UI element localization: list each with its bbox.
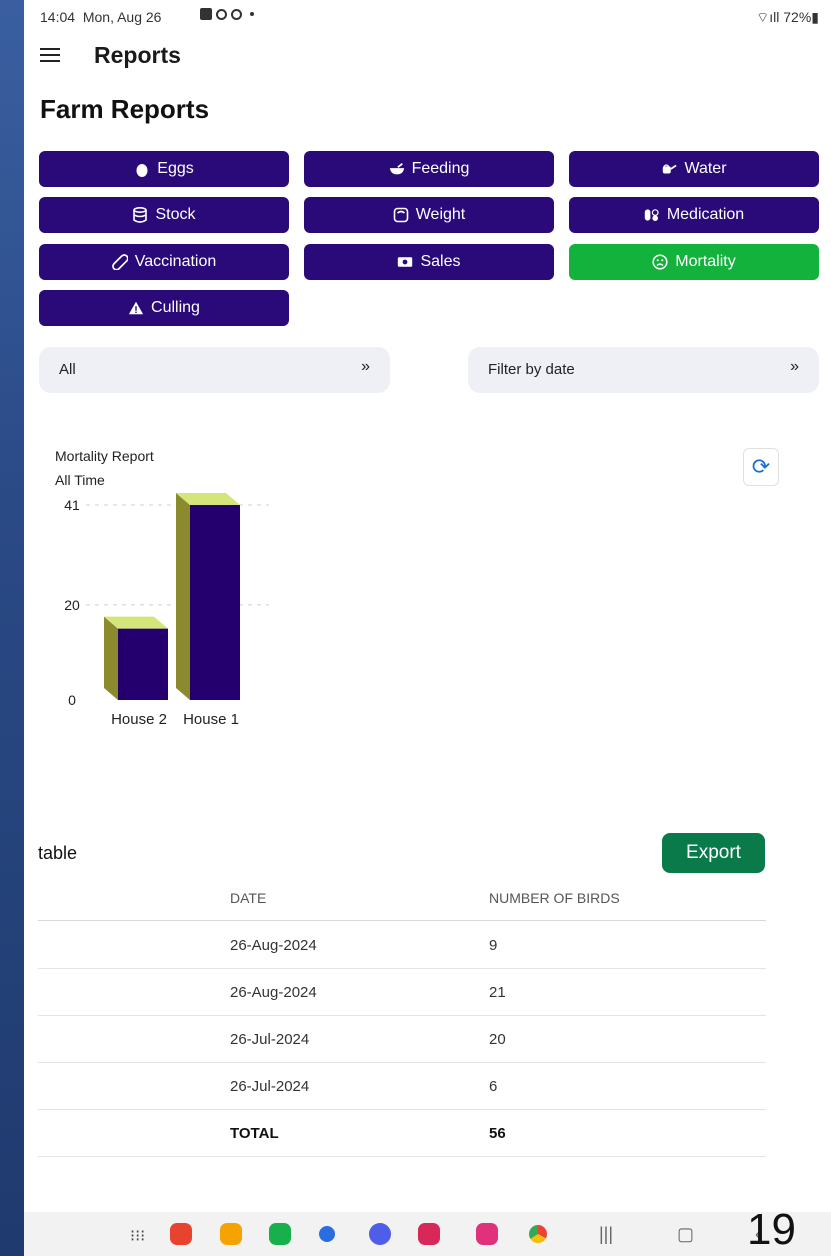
more-dot-icon <box>250 12 254 16</box>
cell-number: 6 <box>489 1078 498 1095</box>
double-chevron-down-icon: » <box>790 358 799 375</box>
battery-icon: ▮ <box>811 9 819 25</box>
double-chevron-down-icon: » <box>361 358 370 375</box>
eggs-button[interactable]: Eggs <box>39 151 289 187</box>
phone-app-icon[interactable] <box>269 1223 291 1245</box>
cell-number: 21 <box>489 984 506 1001</box>
app-bar: Reports <box>24 34 831 78</box>
export-button[interactable]: Export <box>662 833 765 873</box>
y-tick-label: 20 <box>64 597 80 613</box>
feeding-button[interactable]: Feeding <box>304 151 554 187</box>
cell-number: 20 <box>489 1031 506 1048</box>
bar-side <box>104 616 118 700</box>
mortality-button[interactable]: Mortality <box>569 244 819 280</box>
battery-level: 72% <box>783 9 812 25</box>
stock-button[interactable]: Stock <box>39 197 289 233</box>
cell-date: 26-Jul-2024 <box>230 1078 310 1095</box>
table-row: 26-Jul-2024 20 <box>38 1015 766 1063</box>
notification-icons <box>200 8 254 20</box>
refresh-button[interactable]: ⟳ <box>743 448 779 486</box>
wifi-signal-icon: ⌔ıll <box>756 9 780 25</box>
total-label: TOTAL <box>230 1125 279 1142</box>
date-filter-select[interactable]: Filter by date » <box>468 347 819 393</box>
column-header-date: DATE <box>230 890 267 906</box>
capsule-icon <box>111 254 128 270</box>
table-title: table <box>38 843 78 863</box>
mortality-bar-chart: 0 20 41 House 2 House 1 <box>64 493 269 728</box>
table-row: 26-Aug-2024 9 <box>38 921 766 969</box>
x-tick-label: House 2 <box>111 711 167 728</box>
sales-button[interactable]: Sales <box>304 244 554 280</box>
page-number: 19 <box>747 1205 796 1254</box>
weight-button[interactable]: Weight <box>304 197 554 233</box>
refresh-icon: ⟳ <box>751 454 771 479</box>
culling-button[interactable]: Culling <box>39 290 289 326</box>
status-right: ⌔ıll 72%▮ <box>756 9 819 27</box>
x-tick-label: House 1 <box>183 711 239 728</box>
app-bar-title: Reports <box>94 42 181 68</box>
gallery-icon <box>200 8 212 20</box>
system-navigation-bar: ⁝⁝⁝ ||| ▢ ‹ <box>24 1212 831 1256</box>
bar <box>190 505 240 700</box>
status-time: 14:04 Mon, Aug 26 <box>40 9 162 25</box>
app-screen: 14:04 Mon, Aug 26 ⌔ıll 72%▮ Reports Farm… <box>24 0 831 1256</box>
bar <box>118 628 168 700</box>
medication-button[interactable]: Medication <box>569 197 819 233</box>
table-row: 26-Jul-2024 6 <box>38 1062 766 1110</box>
chrome-app-icon[interactable] <box>529 1225 547 1243</box>
cell-date: 26-Aug-2024 <box>230 937 317 954</box>
database-icon <box>132 207 148 223</box>
home-icon[interactable]: ▢ <box>677 1224 694 1245</box>
bowl-icon <box>389 161 405 177</box>
internet-app-icon[interactable] <box>369 1223 391 1245</box>
chart-title: Mortality Report <box>55 448 154 464</box>
cell-number: 9 <box>489 937 498 954</box>
scale-icon <box>393 207 409 223</box>
table-header: DATE NUMBER OF BIRDS <box>38 876 766 921</box>
notification-icon <box>231 8 242 20</box>
y-tick-label: 0 <box>68 692 76 708</box>
water-button[interactable]: Water <box>569 151 819 187</box>
camera-app-icon[interactable] <box>418 1223 440 1245</box>
recent-apps-icon[interactable]: ||| <box>599 1224 613 1245</box>
cell-date: 26-Jul-2024 <box>230 1031 310 1048</box>
pills-icon <box>644 207 660 223</box>
cell-date: 26-Aug-2024 <box>230 984 317 1001</box>
egg-icon <box>134 161 150 177</box>
column-header-number-of-birds: NUMBER OF BIRDS <box>489 890 620 906</box>
cash-icon <box>397 254 413 270</box>
messages-app-icon[interactable] <box>319 1226 335 1242</box>
table-row: 26-Aug-2024 21 <box>38 968 766 1016</box>
watering-can-icon <box>661 161 678 177</box>
hamburger-menu-icon[interactable] <box>40 44 60 64</box>
folder-app-icon[interactable] <box>220 1223 242 1245</box>
table-total-row: TOTAL 56 <box>38 1109 766 1157</box>
app-drawer-icon[interactable]: ⁝⁝⁝ <box>130 1226 145 1246</box>
vaccination-button[interactable]: Vaccination <box>39 244 289 280</box>
sad-face-icon <box>652 254 668 270</box>
gallery-app-icon[interactable] <box>476 1223 498 1245</box>
status-bar: 14:04 Mon, Aug 26 ⌔ıll 72%▮ <box>24 0 831 34</box>
notification-icon <box>216 8 227 20</box>
house-filter-select[interactable]: All » <box>39 347 390 393</box>
total-value: 56 <box>489 1125 506 1142</box>
y-tick-label: 41 <box>64 497 80 513</box>
app-shortcut-icon[interactable] <box>170 1223 192 1245</box>
bar-side <box>176 493 190 700</box>
warning-icon <box>128 300 144 316</box>
page-title: Farm Reports <box>40 94 210 124</box>
